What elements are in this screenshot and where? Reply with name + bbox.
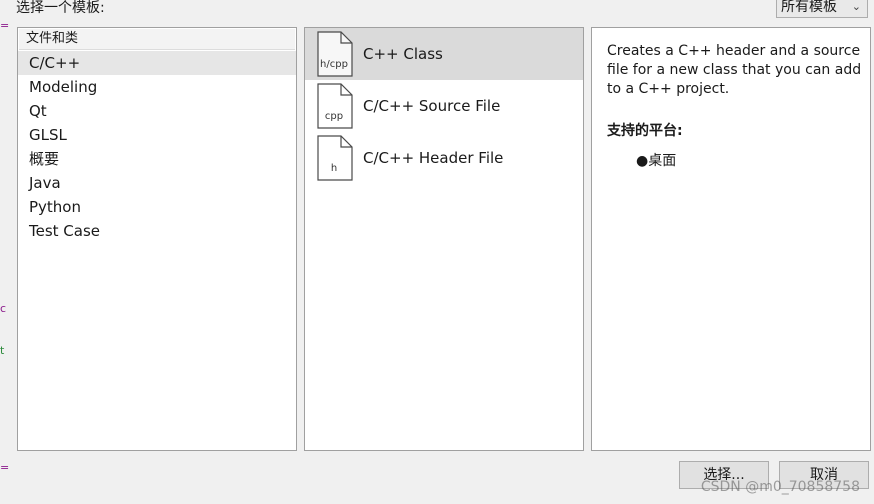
category-item[interactable]: Java [18, 171, 296, 195]
template-label: C/C++ Source File [363, 97, 501, 115]
category-item[interactable]: C/C++ [18, 51, 296, 75]
filter-selected-value: 所有模板 [781, 0, 837, 15]
bullet-icon: ● [636, 153, 649, 169]
platform-label: 桌面 [648, 153, 677, 169]
template-item[interactable]: cpp C/C++ Source File [305, 80, 583, 132]
file-icon: h/cpp [315, 31, 353, 77]
background-fragment-3: t [0, 344, 5, 357]
category-list: 文件和类 C/C++ Modeling Qt GLSL 概要 Java Python Test… [17, 27, 297, 451]
file-icon-label: cpp [324, 111, 344, 122]
background-fragment-4: = [0, 461, 10, 474]
platform-item: ●桌面 [636, 150, 676, 170]
file-icon: h [315, 135, 353, 181]
template-label: C/C++ Header File [363, 149, 504, 167]
file-icon-label: h/cpp [320, 59, 348, 70]
category-item[interactable]: Test Case [18, 219, 296, 243]
watermark: CSDN @m0_70858758 [700, 479, 860, 495]
category-item[interactable]: GLSL [18, 123, 296, 147]
template-item[interactable]: h C/C++ Header File [305, 132, 583, 184]
template-description: Creates a C++ header and a source file f… [607, 43, 862, 97]
template-label: C++ Class [363, 45, 443, 63]
choose-template-label: 选择一个模板: [16, 0, 105, 16]
category-item[interactable]: Python [18, 195, 296, 219]
template-list: h/cpp C++ Class cpp C/C++ Source File h C/C++… [304, 27, 584, 451]
category-item[interactable]: Qt [18, 99, 296, 123]
category-item[interactable]: 概要 [18, 147, 296, 171]
chevron-down-icon: ⌄ [851, 0, 861, 13]
category-item[interactable]: Modeling [18, 75, 296, 99]
file-icon-label: h [330, 163, 338, 174]
template-description-panel: Creates a C++ header and a source file f… [591, 27, 871, 451]
file-icon: cpp [315, 83, 353, 129]
background-fragment-1: = [0, 19, 10, 32]
template-item[interactable]: h/cpp C++ Class [305, 28, 583, 80]
supported-platforms-title: 支持的平台: [607, 123, 683, 139]
background-fragment-2: c [0, 302, 7, 315]
category-group-header: 文件和类 [19, 29, 295, 50]
template-filter-select[interactable]: 所有模板 ⌄ [776, 0, 868, 18]
